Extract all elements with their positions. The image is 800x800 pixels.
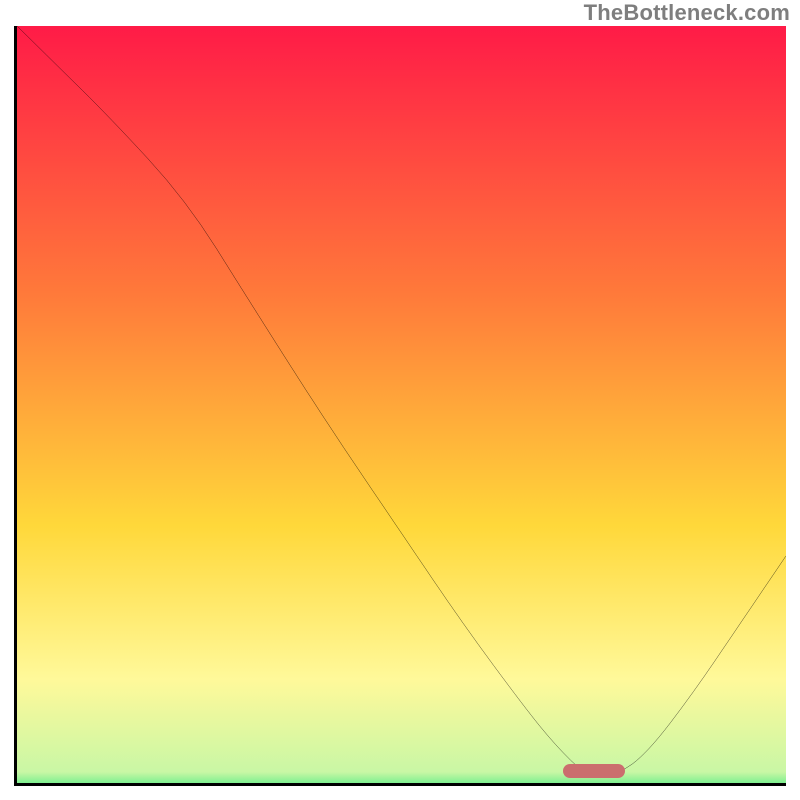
bottleneck-chart: TheBottleneck.com bbox=[0, 0, 800, 800]
plot-area bbox=[14, 26, 786, 786]
optimal-range-marker bbox=[563, 764, 625, 778]
watermark-text: TheBottleneck.com bbox=[584, 0, 790, 26]
bottleneck-curve bbox=[17, 26, 786, 783]
